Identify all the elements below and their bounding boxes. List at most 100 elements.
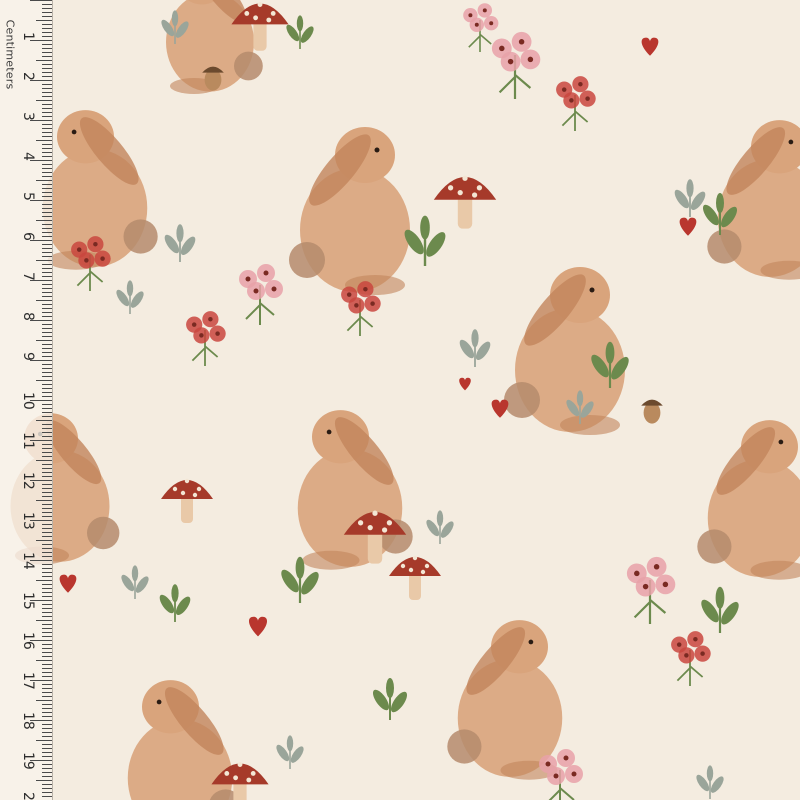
ruler-tick [42, 184, 52, 185]
ruler-tick [42, 744, 52, 745]
ruler-tick [42, 16, 52, 17]
ruler-number: 1 [20, 32, 36, 41]
ruler-tick [42, 568, 52, 569]
ruler-number: 7 [20, 272, 36, 281]
ruler-number: 12 [20, 472, 36, 490]
ruler-tick [42, 384, 52, 385]
ruler-tick [42, 332, 52, 333]
ruler-tick [42, 624, 52, 625]
ruler-tick [42, 728, 52, 729]
ruler-tick [42, 152, 52, 153]
ruler-tick [42, 68, 52, 69]
ruler-tick [42, 516, 52, 517]
ruler-tick [36, 540, 52, 541]
fabric-background [0, 0, 800, 800]
ruler-tick [42, 608, 52, 609]
ruler-tick [36, 100, 52, 101]
ruler-tick [42, 552, 52, 553]
ruler-tick [42, 408, 52, 409]
ruler-tick [42, 404, 52, 405]
ruler-tick [42, 116, 52, 117]
ruler-tick [42, 544, 52, 545]
ruler-tick [42, 612, 52, 613]
ruler-number: 15 [20, 592, 36, 610]
ruler-number: 16 [20, 632, 36, 650]
ruler-tick [42, 576, 52, 577]
ruler-tick [42, 668, 52, 669]
ruler-tick [36, 180, 52, 181]
ruler-tick [42, 148, 52, 149]
ruler-tick [42, 468, 52, 469]
ruler-tick [42, 12, 52, 13]
ruler-tick [42, 84, 52, 85]
ruler-tick [42, 448, 52, 449]
ruler-number: 3 [20, 112, 36, 121]
ruler-tick [42, 236, 52, 237]
ruler-number: 13 [20, 512, 36, 530]
ruler-tick [42, 124, 52, 125]
ruler-tick [42, 324, 52, 325]
ruler-tick [42, 64, 52, 65]
ruler-tick [42, 496, 52, 497]
ruler-tick [42, 684, 52, 685]
ruler-tick [42, 784, 52, 785]
ruler-tick [42, 108, 52, 109]
ruler-tick [42, 24, 52, 25]
ruler-tick [36, 740, 52, 741]
ruler-tick [42, 172, 52, 173]
ruler-tick [42, 72, 52, 73]
ruler-tick [42, 692, 52, 693]
ruler-tick [42, 672, 52, 673]
ruler-tick [42, 388, 52, 389]
ruler-tick [42, 104, 52, 105]
ruler-tick [42, 132, 52, 133]
ruler-tick [42, 296, 52, 297]
ruler-tick [42, 588, 52, 589]
ruler-tick [36, 660, 52, 661]
ruler-number: 4 [20, 152, 36, 161]
ruler-tick [36, 620, 52, 621]
ruler-tick [36, 220, 52, 221]
ruler-tick [42, 92, 52, 93]
ruler-tick [42, 352, 52, 353]
ruler-tick [42, 656, 52, 657]
ruler-tick [42, 264, 52, 265]
ruler-tick [42, 4, 52, 5]
ruler-tick [42, 724, 52, 725]
ruler-tick [42, 48, 52, 49]
ruler-tick [42, 756, 52, 757]
ruler-tick [42, 112, 52, 113]
ruler-tick [42, 508, 52, 509]
ruler-tick [42, 96, 52, 97]
ruler-tick [42, 212, 52, 213]
ruler-tick [42, 596, 52, 597]
ruler-tick [42, 532, 52, 533]
ruler-tick [42, 712, 52, 713]
ruler-tick [42, 732, 52, 733]
ruler-tick [42, 276, 52, 277]
ruler-tick [42, 392, 52, 393]
ruler-tick [36, 140, 52, 141]
ruler-tick [42, 308, 52, 309]
ruler-tick [42, 56, 52, 57]
ruler-tick [42, 472, 52, 473]
ruler-tick [42, 228, 52, 229]
ruler-tick [42, 216, 52, 217]
ruler-tick [42, 348, 52, 349]
fabric-swatch: Centimeters 1 2 3 4 5 6 7 8 9 10 11 12 13 14 15 16 17 18 1… [0, 0, 800, 800]
ruler-number: 2 [20, 792, 36, 800]
ruler-tick [42, 248, 52, 249]
ruler-tick [36, 460, 52, 461]
ruler-number: 10 [20, 392, 36, 410]
ruler-number: 9 [20, 352, 36, 361]
ruler-tick [42, 664, 52, 665]
ruler-number: 18 [20, 712, 36, 730]
ruler-tick [42, 748, 52, 749]
ruler-tick [42, 372, 52, 373]
ruler-tick [42, 76, 52, 77]
ruler-tick [42, 776, 52, 777]
ruler-tick [36, 420, 52, 421]
ruler-tick [36, 20, 52, 21]
ruler-number: 8 [20, 312, 36, 321]
ruler-tick [42, 696, 52, 697]
